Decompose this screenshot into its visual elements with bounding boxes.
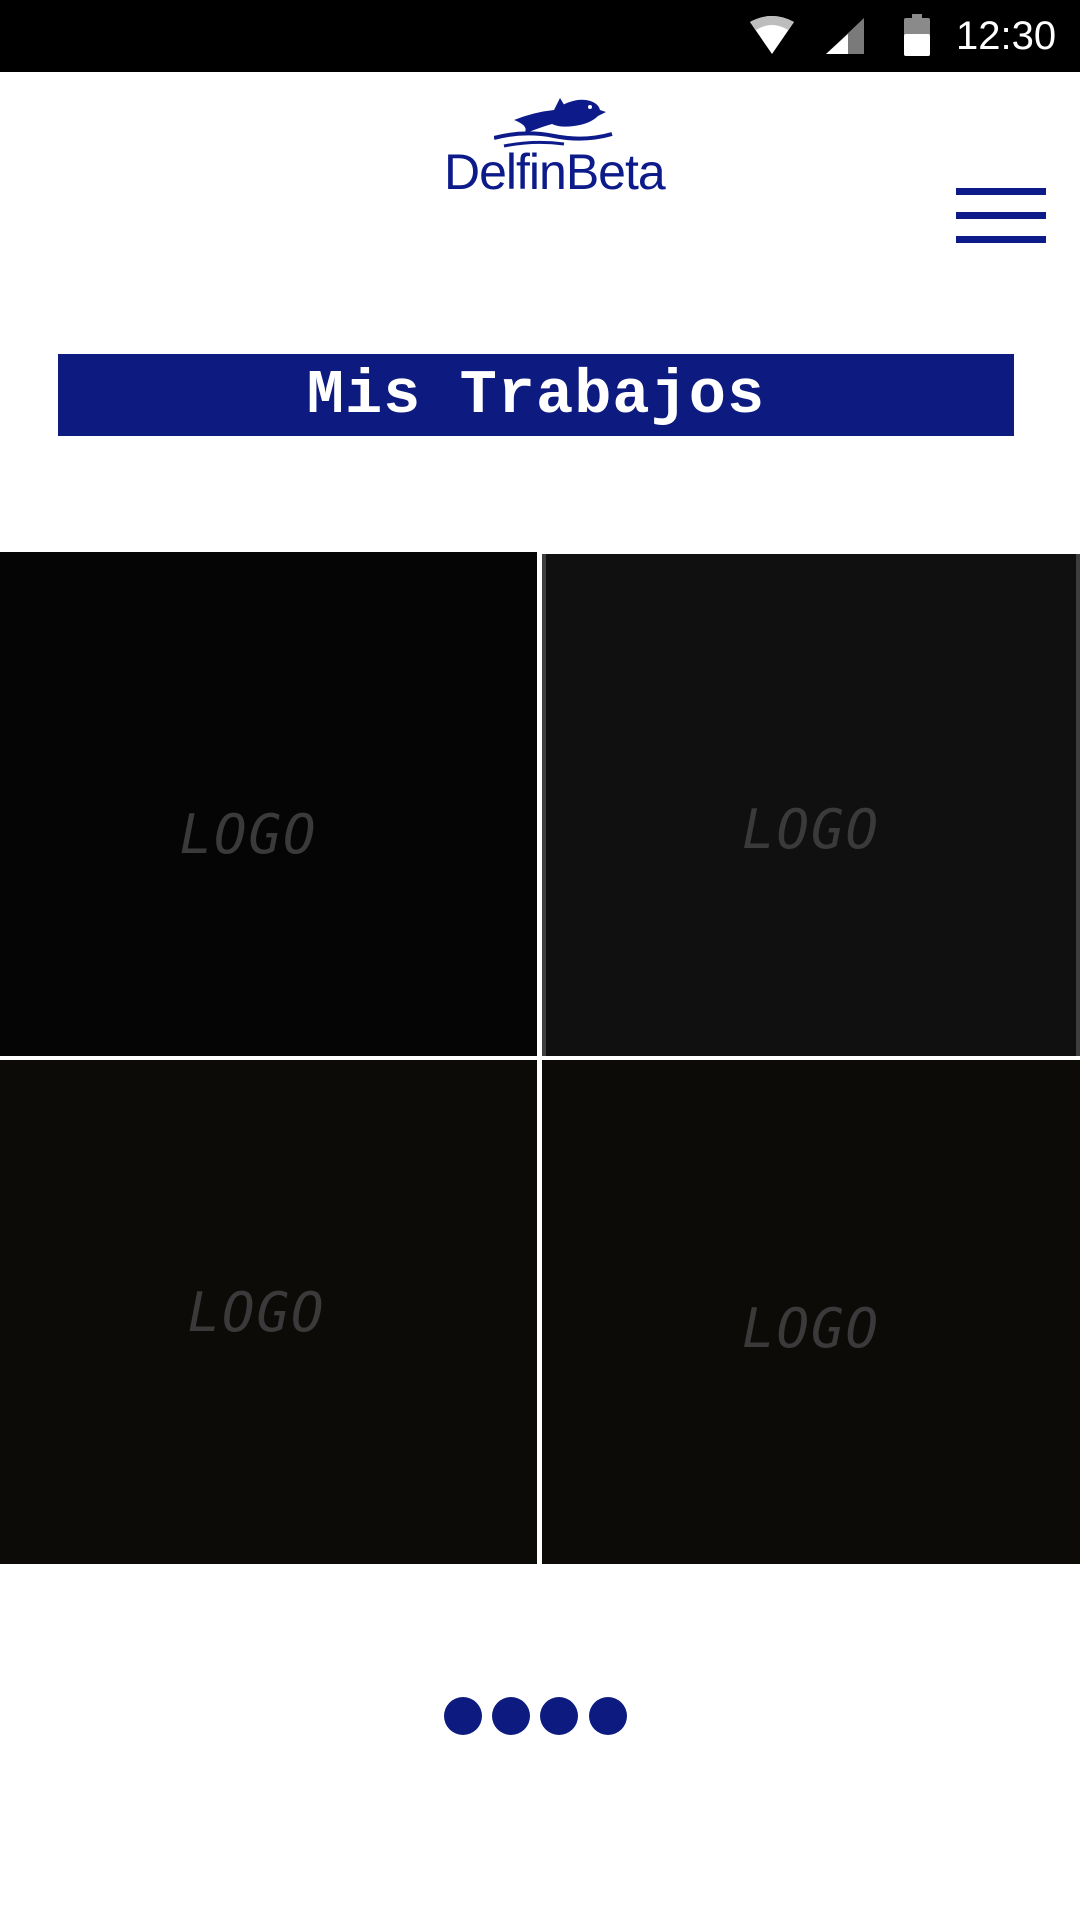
title-banner: Mis Trabajos [58, 354, 1014, 436]
menu-bar-bottom [956, 236, 1046, 243]
work-logo-placeholder: LOGO [741, 797, 881, 861]
menu-bar-top [956, 188, 1046, 195]
pagination-dots [444, 1697, 628, 1737]
brand-logo[interactable]: DelfinBeta [444, 90, 666, 200]
work-tile-4[interactable]: LOGO [542, 1060, 1080, 1564]
signal-icon [826, 18, 864, 54]
work-logo-placeholder: LOGO [741, 1296, 881, 1360]
hamburger-menu-button[interactable] [956, 188, 1046, 244]
work-tile-3[interactable]: LOGO [0, 1060, 537, 1564]
works-grid: LOGO LOGO LOGO LOGO [0, 552, 1080, 1564]
page-dot-3[interactable] [540, 1697, 578, 1735]
status-bar: 12:30 [0, 0, 1080, 72]
status-time: 12:30 [956, 14, 1057, 58]
logo-text: DelfinBeta [444, 144, 666, 200]
page-dot-4[interactable] [589, 1697, 627, 1735]
page-dot-2[interactable] [492, 1697, 530, 1735]
menu-bar-middle [956, 212, 1046, 219]
page-title: Mis Trabajos [306, 359, 766, 431]
work-logo-placeholder: LOGO [187, 1280, 326, 1344]
wifi-icon [750, 16, 794, 54]
dolphin-icon [494, 98, 613, 148]
page-dot-1[interactable] [444, 1697, 482, 1735]
work-tile-2[interactable]: LOGO [542, 554, 1080, 1056]
work-logo-placeholder: LOGO [179, 802, 318, 866]
battery-icon [904, 14, 930, 56]
work-tile-1[interactable]: LOGO [0, 552, 537, 1056]
